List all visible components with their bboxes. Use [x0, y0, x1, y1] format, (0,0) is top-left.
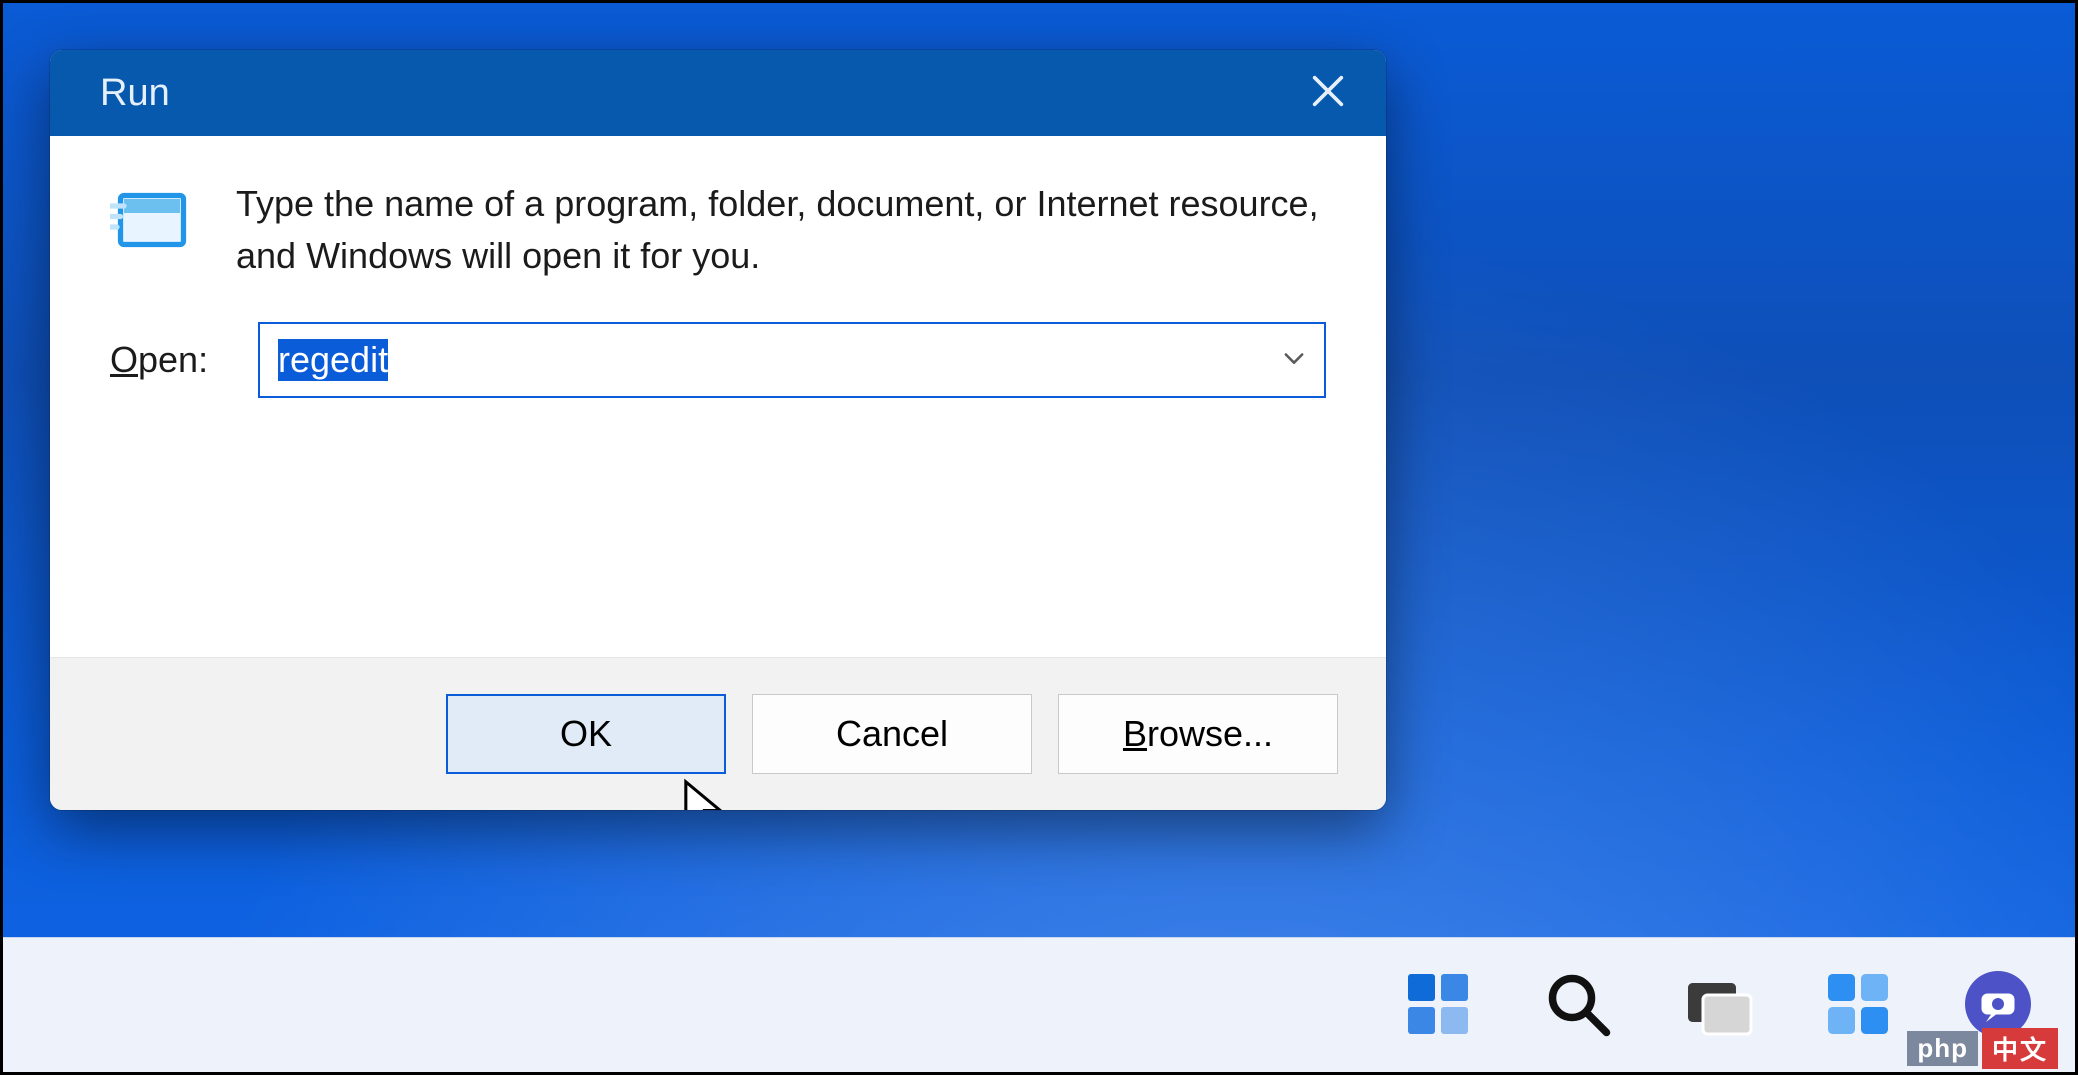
taskbar-start-button[interactable]: [1398, 967, 1478, 1047]
titlebar-title: Run: [100, 72, 1276, 115]
taskbar-search-button[interactable]: [1538, 967, 1618, 1047]
taskbar-taskview-button[interactable]: [1678, 967, 1758, 1047]
taskbar: [0, 937, 2078, 1075]
run-dialog: Run Type the name of a program, folder, …: [50, 50, 1386, 810]
chevron-down-icon: [1280, 344, 1308, 377]
widgets-icon: [1822, 968, 1894, 1045]
button-bar: OK Cancel Browse...: [50, 657, 1386, 810]
run-large-icon: [110, 178, 194, 267]
dialog-body: Type the name of a program, folder, docu…: [50, 136, 1386, 810]
titlebar: Run: [50, 50, 1386, 136]
start-icon: [1402, 968, 1474, 1045]
close-button[interactable]: [1298, 63, 1358, 123]
search-icon: [1542, 968, 1614, 1045]
ok-button[interactable]: OK: [446, 694, 726, 774]
browse-button[interactable]: Browse...: [1058, 694, 1338, 774]
watermark: php 中文: [1907, 1028, 2058, 1069]
open-label: Open:: [110, 339, 230, 381]
combobox-dropdown-button[interactable]: [1278, 344, 1310, 376]
taskbar-widgets-button[interactable]: [1818, 967, 1898, 1047]
open-combobox[interactable]: [258, 322, 1326, 398]
watermark-right: 中文: [1982, 1028, 2058, 1069]
watermark-left: php: [1907, 1031, 1978, 1066]
dialog-description: Type the name of a program, folder, docu…: [236, 178, 1326, 282]
cancel-button[interactable]: Cancel: [752, 694, 1032, 774]
close-icon: [1308, 71, 1348, 116]
task-view-icon: [1682, 968, 1754, 1045]
open-input[interactable]: [258, 322, 1326, 398]
